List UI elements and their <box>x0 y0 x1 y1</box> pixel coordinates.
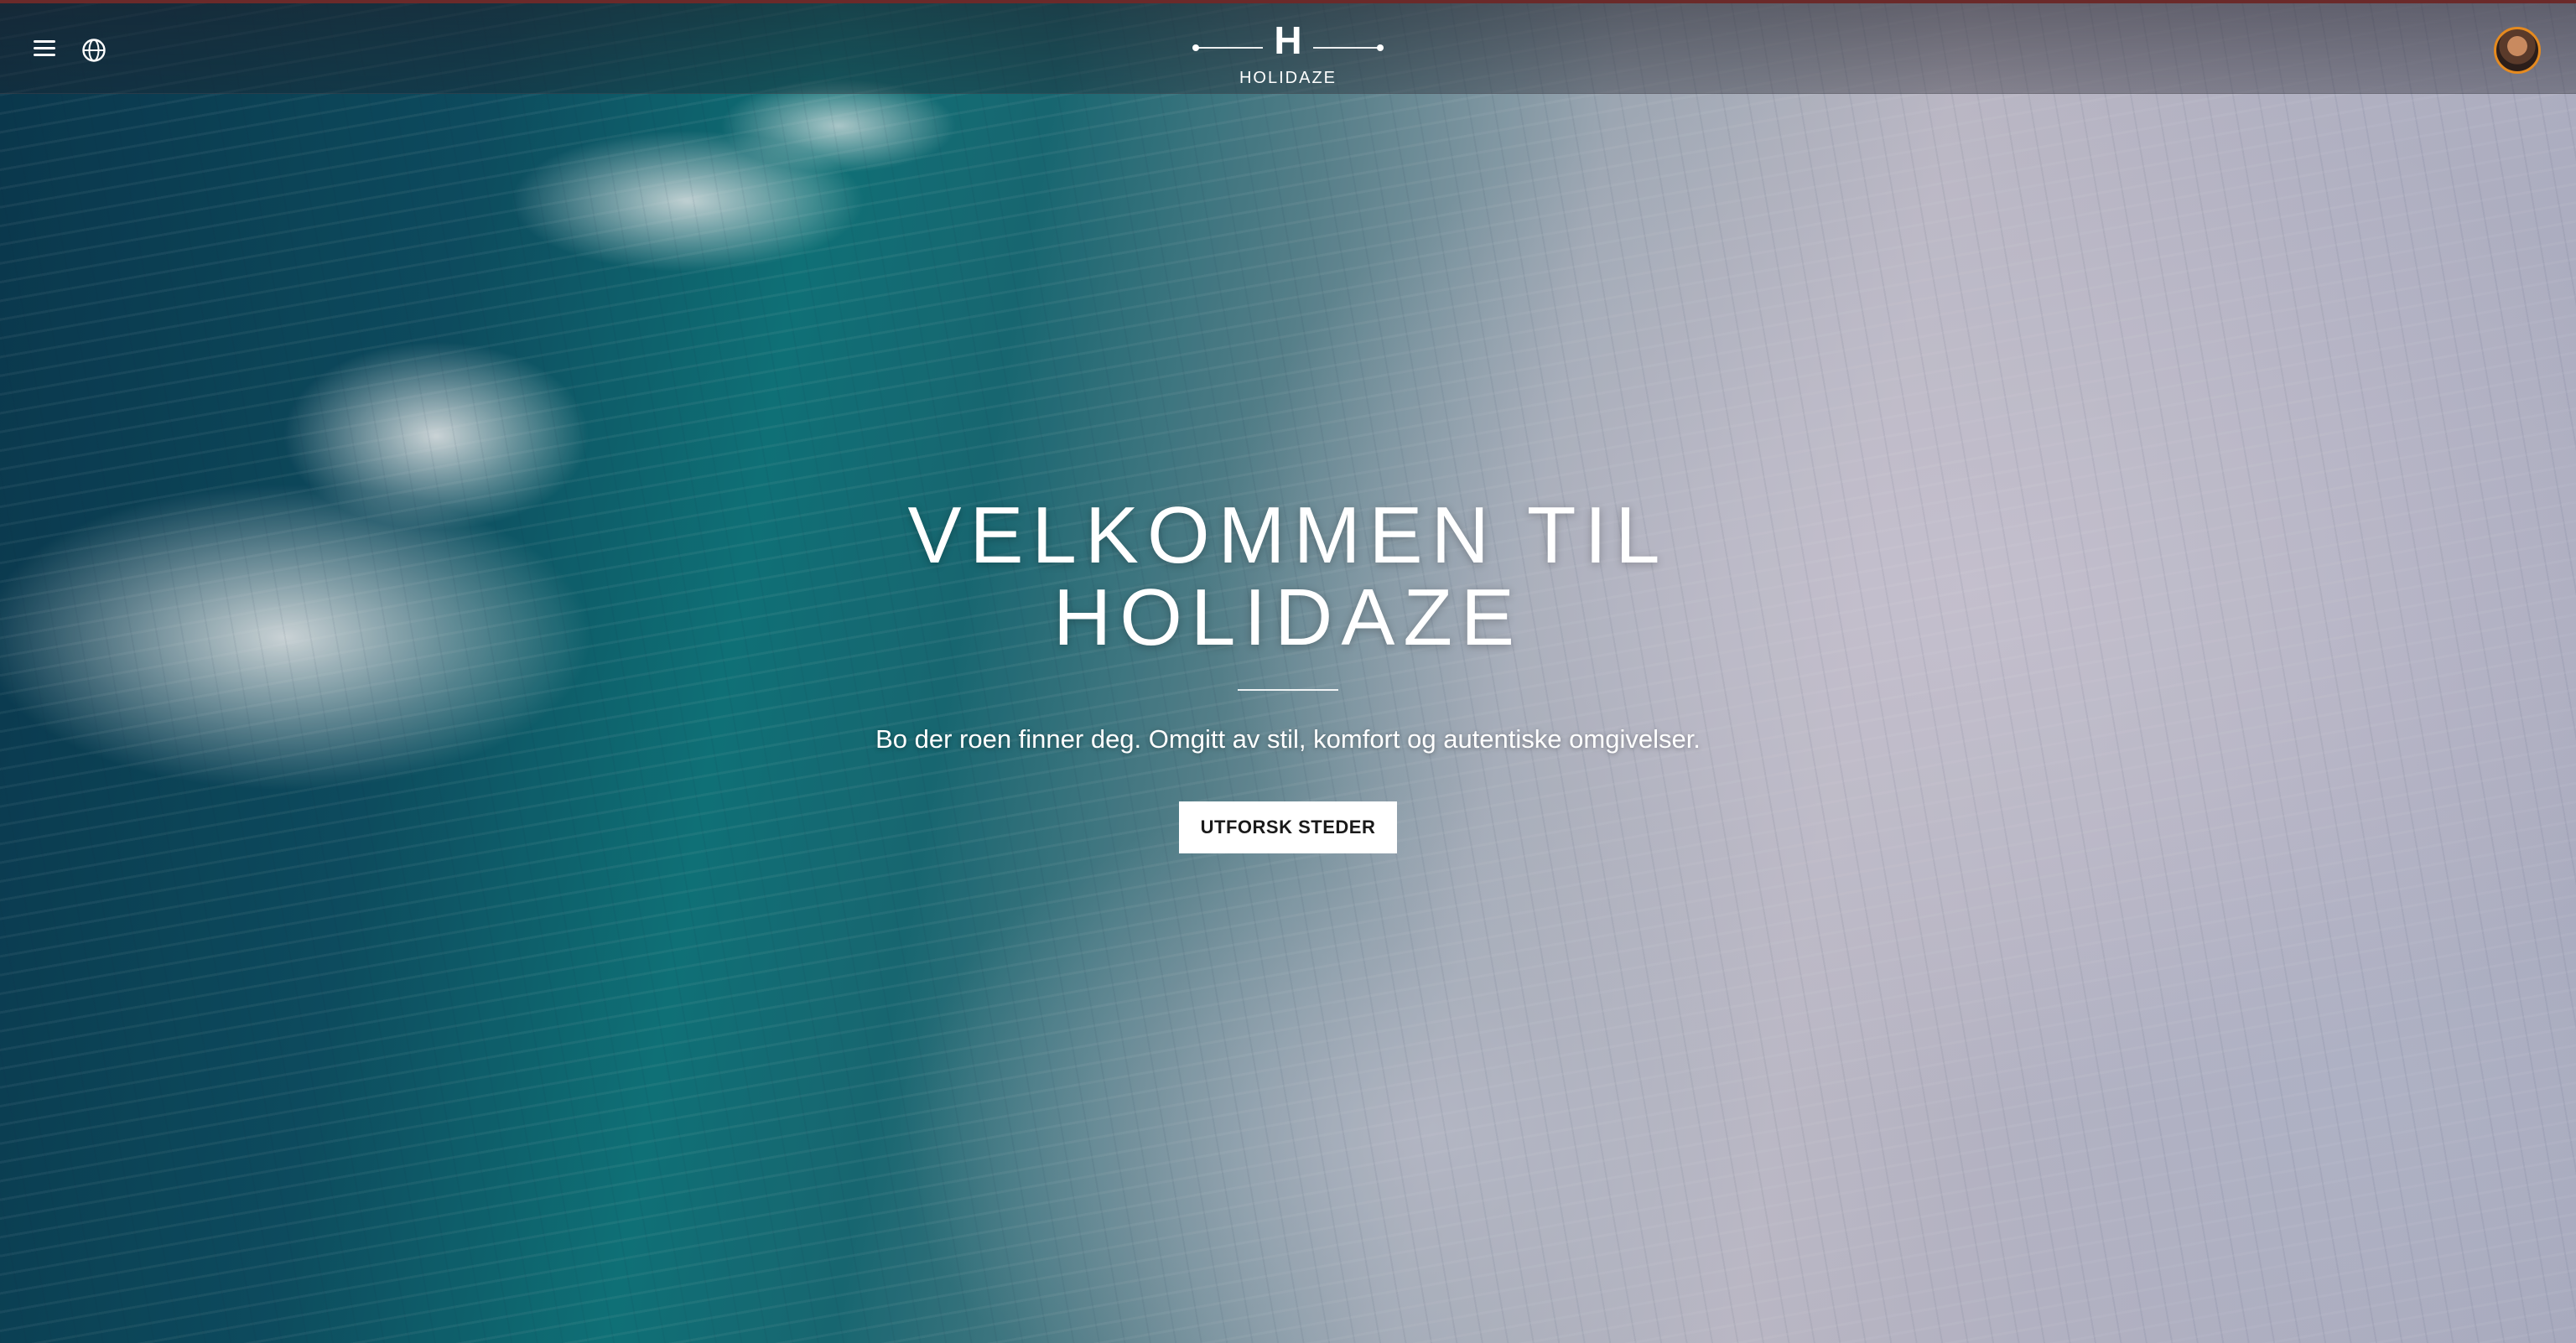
holidaze-logo[interactable]: H HOLIDAZE <box>1187 13 1389 94</box>
hamburger-menu-icon[interactable] <box>34 39 57 59</box>
hero-subtitle: Bo der roen finner deg. Omgitt av stil, … <box>875 724 1701 754</box>
hero-title: VELKOMMEN TIL HOLIDAZE <box>0 495 2576 659</box>
hero-title-line1: VELKOMMEN TIL <box>907 490 1669 580</box>
user-avatar[interactable] <box>2494 27 2541 74</box>
hero-section: H HOLIDAZE VELKOMMEN TIL HOLIDAZE Bo der… <box>0 0 2576 1343</box>
top-navigation-bar: H HOLIDAZE <box>0 0 2576 94</box>
hero-title-line2: HOLIDAZE <box>1052 573 1524 662</box>
hero-content: VELKOMMEN TIL HOLIDAZE Bo der roen finne… <box>0 495 2576 853</box>
logo-line-right <box>1313 47 1380 49</box>
explore-places-button[interactable]: UTFORSK STEDER <box>1178 801 1398 853</box>
logo-wordmark: HOLIDAZE <box>1239 69 1337 87</box>
logo-dot-right <box>1377 44 1384 51</box>
globe-icon-graphic <box>82 39 106 62</box>
title-divider <box>1238 689 1338 691</box>
globe-icon[interactable] <box>80 37 107 64</box>
logo-letter: H <box>1274 18 1302 62</box>
